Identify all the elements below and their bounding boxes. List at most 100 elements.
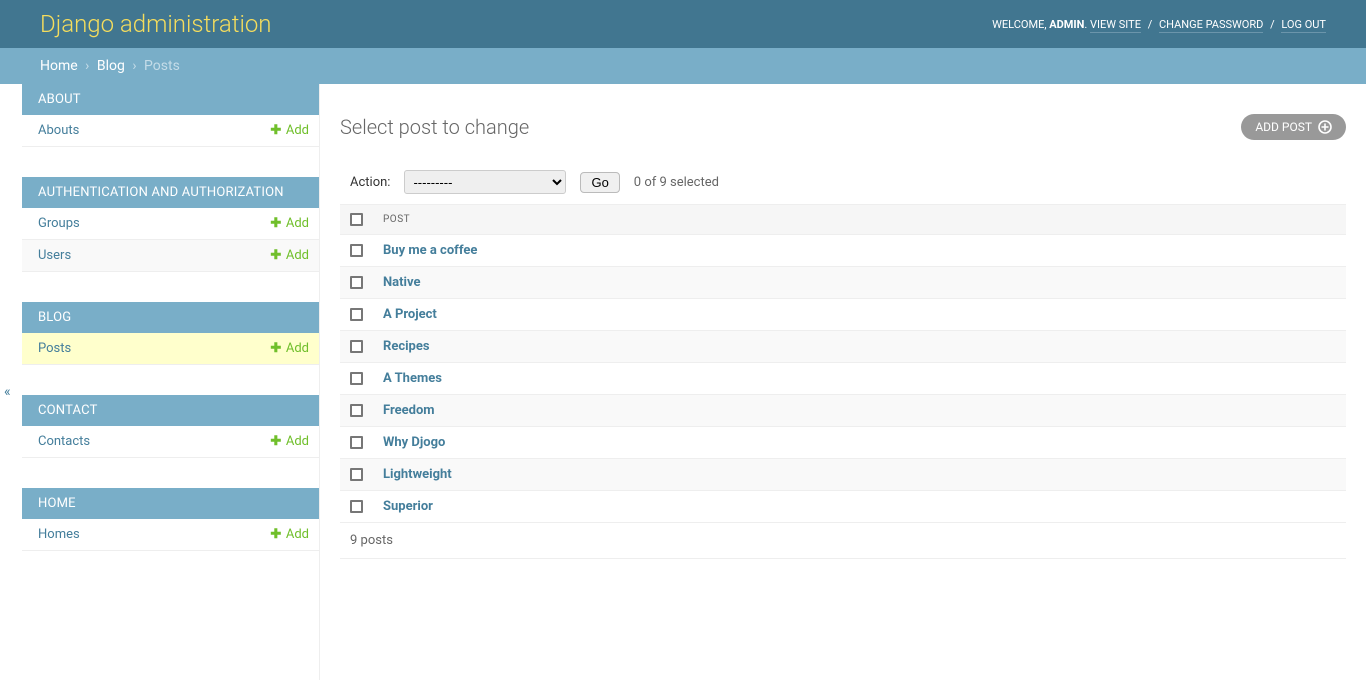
app-module-about: ABOUT Abouts ✚ Add (22, 84, 319, 147)
row-checkbox[interactable] (350, 436, 363, 449)
add-label: Add (286, 434, 309, 449)
row-link[interactable]: Why Djogo (383, 435, 445, 450)
sidebar-toggle[interactable]: « (4, 384, 20, 400)
model-link[interactable]: Abouts (38, 123, 79, 138)
breadcrumb-sep: › (85, 58, 89, 74)
table-row: Why Djogo (340, 427, 1346, 459)
app-caption[interactable]: AUTHENTICATION AND AUTHORIZATION (22, 177, 319, 208)
table-row: Recipes (340, 331, 1346, 363)
row-link[interactable]: A Themes (383, 371, 442, 386)
add-link[interactable]: ✚ Add (270, 341, 309, 356)
welcome-text: WELCOME, (992, 18, 1049, 31)
table-row: Lightweight (340, 459, 1346, 491)
selection-count: 0 of 9 selected (634, 175, 719, 190)
row-link[interactable]: Buy me a coffee (383, 243, 477, 258)
branding-link[interactable]: Django administration (40, 10, 272, 38)
breadcrumb-current: Posts (144, 58, 180, 74)
row-checkbox[interactable] (350, 404, 363, 417)
content-header: Select post to change ADD POST (340, 114, 1346, 140)
add-link[interactable]: ✚ Add (270, 123, 309, 138)
model-link[interactable]: Contacts (38, 434, 90, 449)
row-link[interactable]: Recipes (383, 339, 430, 354)
go-button[interactable]: Go (580, 172, 619, 193)
row-checkbox[interactable] (350, 308, 363, 321)
content-main: Select post to change ADD POST Action: -… (320, 84, 1366, 680)
model-row-homes: Homes ✚ Add (22, 519, 319, 551)
breadcrumb: Home › Blog › Posts (0, 48, 1366, 84)
row-checkbox[interactable] (350, 276, 363, 289)
model-row-posts: Posts ✚ Add (22, 333, 319, 365)
select-all-header (340, 205, 373, 235)
model-link[interactable]: Groups (38, 216, 80, 231)
row-checkbox[interactable] (350, 468, 363, 481)
model-link[interactable]: Posts (38, 341, 71, 356)
add-link[interactable]: ✚ Add (270, 216, 309, 231)
plus-icon: ✚ (270, 343, 282, 355)
add-post-button[interactable]: ADD POST (1241, 114, 1346, 140)
paginator: 9 posts (340, 523, 1346, 559)
model-link[interactable]: Homes (38, 527, 80, 542)
app-caption[interactable]: ABOUT (22, 84, 319, 115)
table-row: A Themes (340, 363, 1346, 395)
table-row: Buy me a coffee (340, 235, 1346, 267)
app-caption[interactable]: HOME (22, 488, 319, 519)
select-all-checkbox[interactable] (350, 213, 363, 226)
row-link[interactable]: Lightweight (383, 467, 452, 482)
add-link[interactable]: ✚ Add (270, 248, 309, 263)
column-header-post[interactable]: POST (373, 205, 1346, 235)
breadcrumb-sep: › (132, 58, 136, 74)
row-checkbox[interactable] (350, 372, 363, 385)
plus-icon: ✚ (270, 218, 282, 230)
plus-icon: ✚ (270, 125, 282, 137)
breadcrumb-home[interactable]: Home (40, 58, 78, 74)
model-row-users: Users ✚ Add (22, 240, 319, 272)
separator: / (1270, 18, 1275, 31)
add-button-label: ADD POST (1255, 120, 1312, 134)
table-row: Native (340, 267, 1346, 299)
app-module-blog: BLOG Posts ✚ Add (22, 302, 319, 365)
plus-icon: ✚ (270, 436, 282, 448)
page-header: Django administration WELCOME, ADMIN. VI… (0, 0, 1366, 48)
table-row: Freedom (340, 395, 1346, 427)
action-label: Action: (350, 175, 390, 190)
breadcrumb-app[interactable]: Blog (97, 58, 125, 74)
app-caption[interactable]: BLOG (22, 302, 319, 333)
row-link[interactable]: Superior (383, 499, 433, 514)
plus-icon: ✚ (270, 250, 282, 262)
add-link[interactable]: ✚ Add (270, 434, 309, 449)
add-label: Add (286, 527, 309, 542)
table-row: A Project (340, 299, 1346, 331)
app-caption[interactable]: CONTACT (22, 395, 319, 426)
app-module-contact: CONTACT Contacts ✚ Add (22, 395, 319, 458)
change-password-link[interactable]: CHANGE PASSWORD (1159, 18, 1263, 33)
username: ADMIN (1049, 18, 1084, 31)
row-link[interactable]: Freedom (383, 403, 435, 418)
results-table: POST Buy me a coffee Native A Project (340, 204, 1346, 523)
model-row-contacts: Contacts ✚ Add (22, 426, 319, 458)
add-label: Add (286, 341, 309, 356)
row-link[interactable]: A Project (383, 307, 437, 322)
add-link[interactable]: ✚ Add (270, 527, 309, 542)
add-label: Add (286, 248, 309, 263)
plus-icon: ✚ (270, 529, 282, 541)
add-label: Add (286, 123, 309, 138)
model-link[interactable]: Users (38, 248, 71, 263)
row-checkbox[interactable] (350, 340, 363, 353)
model-row-groups: Groups ✚ Add (22, 208, 319, 240)
app-module-auth: AUTHENTICATION AND AUTHORIZATION Groups … (22, 177, 319, 272)
app-module-home: HOME Homes ✚ Add (22, 488, 319, 551)
model-row-abouts: Abouts ✚ Add (22, 115, 319, 147)
plus-icon (1318, 120, 1332, 134)
action-select[interactable]: --------- (404, 170, 566, 194)
logout-link[interactable]: LOG OUT (1281, 18, 1326, 33)
row-checkbox[interactable] (350, 500, 363, 513)
row-link[interactable]: Native (383, 275, 421, 290)
actions-bar: Action: --------- Go 0 of 9 selected (340, 160, 1346, 204)
row-checkbox[interactable] (350, 244, 363, 257)
page-title: Select post to change (340, 115, 529, 139)
view-site-link[interactable]: VIEW SITE (1090, 18, 1141, 33)
add-label: Add (286, 216, 309, 231)
separator: / (1148, 18, 1153, 31)
table-row: Superior (340, 491, 1346, 523)
user-links: WELCOME, ADMIN. VIEW SITE / CHANGE PASSW… (992, 18, 1326, 31)
